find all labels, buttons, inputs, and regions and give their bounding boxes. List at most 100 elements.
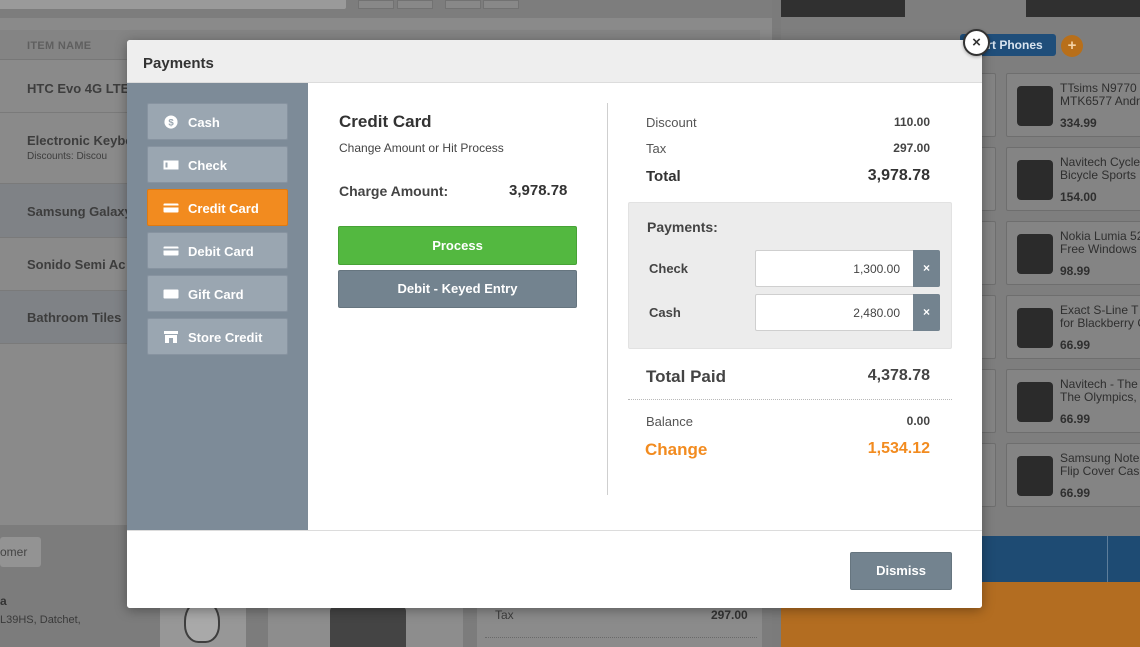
product-tile: TTsims N9770 MTK6577 Andr 334.99 [1006,73,1140,137]
total-paid-value: 4,378.78 [867,367,930,384]
product-name: Exact S-Line T for Blackberry C [1060,303,1140,330]
total-paid-row: Total Paid 4,378.78 [646,367,930,387]
charge-amount-label: Charge Amount: [339,183,449,199]
payments-label: Payments: [647,219,718,235]
add-icon: + [1061,35,1083,57]
product-tile: Navitech Cycle Bicycle Sports 154.00 [1006,147,1140,211]
tender-gift-card[interactable]: Gift Card [147,275,288,312]
payment-amount-input[interactable] [755,294,915,331]
payment-amount-input[interactable] [755,250,915,287]
product-name: TTsims N9770 MTK6577 Andr [1060,81,1140,108]
divider [628,399,952,400]
tender-title: Credit Card [339,112,432,131]
product-name: Samsung Note Flip Cover Cas [1060,451,1140,478]
modal-header: Payments [127,40,982,83]
payment-main: Credit Card Change Amount or Hit Process… [308,83,982,530]
total-paid-label: Total Paid [646,367,726,386]
tender-label: Cash [188,115,220,130]
divider [1107,536,1108,582]
product-image [1017,308,1053,348]
total-value: 3,978.78 [867,167,930,184]
customer-name: a [0,594,7,608]
product-name: Navitech - The The Olympics, [1060,377,1138,404]
tender-sidebar: $ Cash Check Credit Card Debit Card Gift… [127,83,308,530]
toolbar-button [445,0,481,9]
product-price: 154.00 [1060,190,1097,204]
discount-label: Discount [646,115,697,130]
credit-card-icon [163,203,179,213]
customer-button: omer [0,537,41,567]
toolbar-button [483,0,519,9]
debit-card-icon [163,246,179,256]
cart-tax-label: Tax [495,608,514,622]
tender-debit-card[interactable]: Debit Card [147,232,288,269]
payment-line-label: Check [649,261,689,276]
product-name: Nokia Lumia 52 Free Windows [1060,229,1140,256]
close-icon[interactable]: × [963,29,990,56]
total-label: Total [646,168,681,185]
tax-label: Tax [646,141,667,156]
change-row: Change 1,534.12 [645,440,930,460]
product-price: 334.99 [1060,116,1097,130]
modal-footer: Dismiss [127,530,982,608]
product-image [1017,456,1053,496]
product-price: 98.99 [1060,264,1091,278]
dollar-icon: $ [164,115,178,129]
process-button[interactable]: Process [338,226,577,265]
modal-title: Payments [143,55,214,72]
store-icon [164,331,178,343]
tender-store-credit[interactable]: Store Credit [147,318,288,355]
tender-label: Store Credit [188,330,263,345]
debit-keyed-entry-button[interactable]: Debit - Keyed Entry [338,270,577,308]
change-label: Change [645,440,708,459]
change-value: 1,534.12 [867,440,930,457]
cart-item-name: Bathroom Tiles [27,310,122,325]
tender-subtitle: Change Amount or Hit Process [339,141,504,155]
tender-check[interactable]: Check [147,146,288,183]
remove-payment-button[interactable]: × [913,250,940,287]
tender-cash[interactable]: $ Cash [147,103,288,140]
tax-row: Tax 297.00 [646,141,930,156]
cart-item-name: Electronic Keybo [27,133,134,148]
dismiss-button[interactable]: Dismiss [850,552,952,590]
total-row: Total 3,978.78 [646,167,930,185]
divider [485,637,757,638]
customer-address: L39HS, Datchet, [0,614,81,626]
item-name-header: ITEM NAME [27,40,92,52]
tender-label: Check [188,158,228,173]
product-image [1017,382,1053,422]
balance-row: Balance 0.00 [646,414,930,429]
payments-modal: Payments $ Cash Check Credit Card Debit … [127,40,982,608]
product-tab [781,0,905,17]
cart-item-discounts: Discounts: Discou [27,151,108,162]
tender-credit-card[interactable]: Credit Card [147,189,288,226]
product-tile: Navitech - The The Olympics, 66.99 [1006,369,1140,433]
cart-item-name: Samsung Galaxy [27,204,132,219]
tender-label: Debit Card [188,244,254,259]
product-tile: Exact S-Line T for Blackberry C 66.99 [1006,295,1140,359]
discount-row: Discount 110.00 [646,115,930,130]
payments-box: Payments: Check × Cash × [628,202,952,349]
tender-label: Gift Card [188,287,244,302]
product-image [1017,234,1053,274]
toolbar-button [358,0,394,9]
svg-text:$: $ [168,118,174,129]
product-tile: Samsung Note Flip Cover Cas 66.99 [1006,443,1140,507]
product-price: 66.99 [1060,412,1091,426]
product-price: 66.99 [1060,338,1091,352]
check-icon [163,160,179,170]
product-image [1017,86,1053,126]
toolbar-button [397,0,433,9]
product-tile: Nokia Lumia 52 Free Windows 98.99 [1006,221,1140,285]
product-image [1017,160,1053,200]
gift-card-icon [163,289,179,299]
remove-payment-button[interactable]: × [913,294,940,331]
tax-value: 297.00 [893,141,930,155]
charge-amount-value[interactable]: 3,978.78 [509,182,567,199]
cart-item-name: Sonido Semi Ac [27,257,126,272]
discount-value: 110.00 [893,115,930,129]
divider [607,103,608,495]
cart-item-name: HTC Evo 4G LTE [27,81,130,96]
product-tab [1026,0,1140,17]
balance-value: 0.00 [906,414,930,428]
